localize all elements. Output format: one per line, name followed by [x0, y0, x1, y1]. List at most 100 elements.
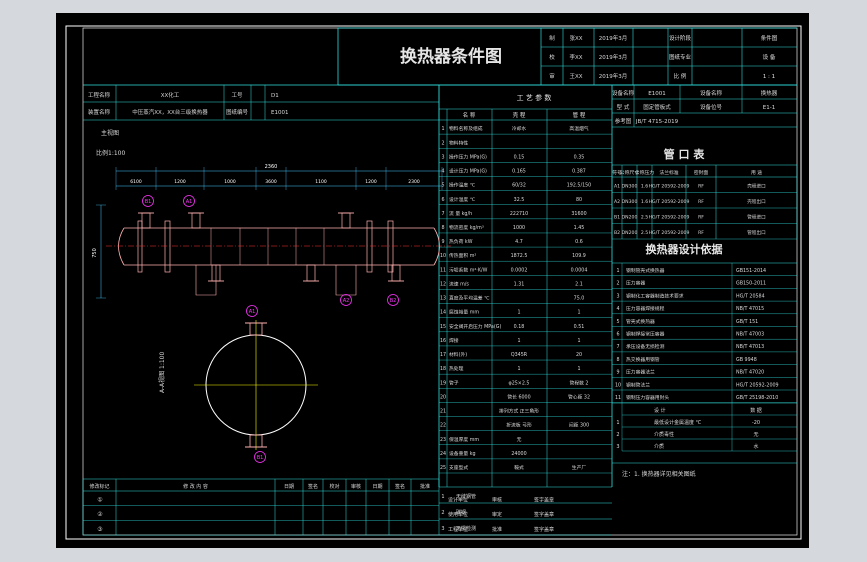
dim-label-vertical: 750: [92, 248, 98, 258]
elevation-view-label: 主视图: [101, 129, 119, 137]
design-note: 注：1. 换热器详见相关图纸: [622, 470, 696, 478]
process-row-shell: 60/32: [512, 183, 526, 189]
equip-label: 设备位号: [700, 103, 723, 111]
process-row-index: 19: [440, 380, 446, 386]
dim-label-overall: 2360: [265, 164, 278, 170]
project-label: 工号: [231, 92, 243, 99]
process-row-tube: 生产厂: [572, 464, 587, 471]
end-view-tag-label: A1: [249, 309, 256, 315]
standard-name: 钢制焊接常压容器: [626, 331, 665, 338]
nozzle-bottom-mid: [306, 264, 316, 282]
footer-index: 1: [441, 494, 444, 500]
standard-code: GB151-2014: [736, 268, 766, 274]
standard-index: 9: [616, 370, 619, 376]
title-block-cell: 条件图: [761, 34, 778, 42]
standard-name: 承压设备无损检测: [626, 343, 665, 350]
process-params-rows: 1 物料名称及组成 冷却水 高温烟气 2 物料特性 3 操作压力 MPa(G) 0.15 0.35…: [440, 125, 591, 471]
nozzle-cell: B2: [614, 230, 620, 236]
design-index: 1: [616, 420, 619, 426]
nozzle-cell: 壳程出口: [747, 198, 766, 205]
nozzle-top-mid: [191, 212, 201, 229]
process-row-name: 热处理: [449, 365, 464, 372]
drawing-title: 换热器条件图: [400, 46, 502, 67]
process-row-shell: 1: [517, 366, 520, 372]
process-row-shell: Q345R: [511, 352, 528, 358]
nozzle-cell: HG/T 20592-2009: [649, 199, 690, 205]
process-row-shell: 24000: [511, 451, 526, 457]
nozzle-cell: A1: [614, 184, 620, 190]
process-row-name: 设计温度 ℃: [449, 196, 476, 203]
process-row-index: 18: [440, 366, 446, 372]
standard-code: GB150-2011: [736, 281, 766, 287]
nozzle-cell: HG/T 20592-2009: [649, 230, 690, 236]
process-row-name: 管子: [449, 379, 459, 386]
process-row-name: 传热面积 m²: [449, 252, 476, 259]
process-row-index: 14: [440, 310, 446, 316]
process-row-name: 支座型式: [449, 464, 468, 471]
design-name: 介质: [654, 443, 664, 450]
body-flange: [164, 220, 171, 273]
project-label: 图纸编号: [226, 108, 249, 116]
title-block-cell: 2019年3月: [599, 72, 628, 80]
process-col-header: 管 程: [573, 111, 586, 119]
title-block-cell: 制: [549, 34, 555, 42]
standard-code: GB/T 25198-2010: [736, 395, 778, 401]
drawing-frame: [65, 25, 802, 540]
process-params-heading: 工 艺 参 数: [517, 93, 552, 102]
standard-index: 8: [616, 357, 619, 363]
dim-label: 6100: [130, 179, 142, 185]
process-row-tube: 间距 300: [569, 422, 589, 429]
revision-col-header: 批准: [420, 483, 430, 490]
nozzle-cell: HG/T 20592-2009: [649, 184, 690, 190]
process-row-index: 24: [440, 451, 446, 457]
vessel-end-view: A1 B1: [194, 305, 318, 463]
body-flange: [387, 220, 394, 273]
process-row-tube: 1: [577, 338, 580, 344]
title-block-cell: 2019年3月: [599, 34, 628, 42]
process-row-tube: 1.45: [574, 225, 585, 231]
process-row-tube: 192.5/150: [567, 183, 592, 189]
standard-code: HG/T 20592-2009: [736, 382, 779, 388]
process-row-index: 20: [440, 394, 446, 400]
standard-code: NB/T 47020: [736, 370, 764, 376]
process-row-tube: 0.0004: [571, 267, 588, 273]
process-row-index: 8: [441, 225, 444, 231]
equip-label: 型 式: [617, 103, 630, 111]
saddle-left: [195, 265, 217, 296]
nozzle-table-heading: 管 口 表: [664, 147, 706, 161]
title-block-rows: 制张XX 2019年3月 设计阶段 条件图校 李XX 2019年3月 图纸专业设 备审 王XX…: [549, 34, 778, 80]
nozzle-tag-label: A2: [343, 298, 350, 304]
process-row-tube: 0.6: [575, 239, 583, 245]
process-row-tube: 管心距 32: [568, 393, 590, 400]
standard-code: NB/T 47015: [736, 306, 764, 312]
equip-label: 设备名称: [700, 89, 723, 97]
nozzle-cell: RF: [698, 215, 704, 221]
process-row-shell: 冷却水: [512, 125, 527, 132]
nozzle-col-header: 法兰标准: [659, 169, 678, 176]
process-row-index: 3: [441, 154, 444, 160]
title-block-cell: 王XX: [569, 73, 582, 80]
nozzle-top-right: [341, 212, 351, 229]
process-row-name: 热负荷 kW: [449, 238, 473, 245]
process-row-tube: 1: [577, 310, 580, 316]
process-row-name: 污垢系数 m²·K/W: [449, 266, 488, 273]
nozzle-table-header: 符号公称尺寸公称压力 法兰标准 密封面用 途: [612, 169, 762, 176]
equip-label: 参考图: [615, 117, 632, 125]
process-row-name: 物料名称及组成: [449, 125, 483, 132]
standard-code: NB/T 47003: [736, 332, 764, 338]
process-row-shell: 32.5: [514, 197, 525, 203]
process-row-shell: 4.7: [515, 239, 523, 245]
revision-col-header: 签名: [395, 483, 405, 490]
equip-label: 设备名称: [612, 89, 635, 97]
project-info-rows: 工程名称 XX化工 工号 D1 装置名称 中压蒸汽XX，XX台三级换热器 图纸编号 E1001: [88, 91, 288, 116]
standard-name: 压力容器焊接规程: [626, 305, 665, 312]
process-params-header: 名 称壳 程管 程: [463, 111, 586, 119]
nozzle-cell: DN300: [622, 184, 638, 190]
revision-col-header: 修改标记: [89, 483, 109, 490]
process-row-shell: 1: [517, 338, 520, 344]
process-row-index: 2: [441, 140, 444, 146]
process-row-shell: 222710: [510, 211, 528, 217]
dim-label: 2300: [408, 179, 420, 185]
footer-index: 3: [441, 526, 444, 532]
standard-name: 压力容器: [626, 280, 645, 287]
